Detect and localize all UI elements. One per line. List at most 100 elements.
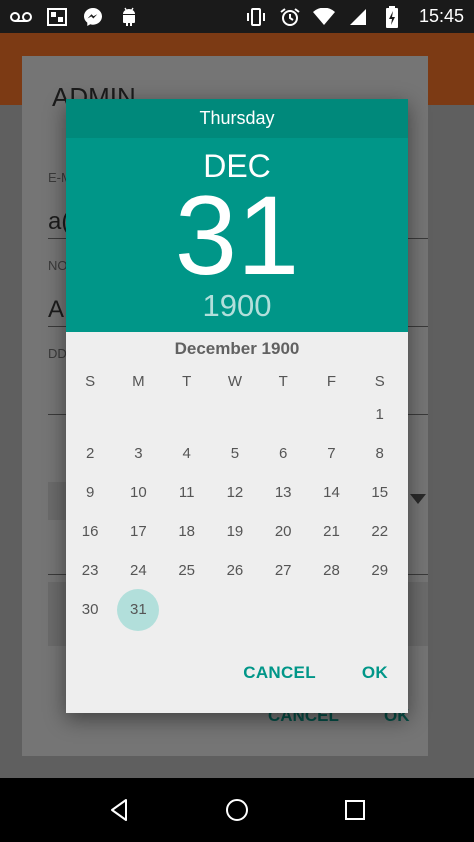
calendar-day-label: 4 xyxy=(182,445,191,462)
calendar-day-label: 8 xyxy=(375,445,384,462)
calendar-day[interactable]: 16 xyxy=(66,512,114,551)
calendar-day[interactable]: 25 xyxy=(163,551,211,590)
calendar-day[interactable]: 6 xyxy=(259,434,307,473)
calendar-day[interactable]: 4 xyxy=(163,434,211,473)
name-label: NO xyxy=(48,258,68,273)
calendar-day[interactable]: 20 xyxy=(259,512,307,551)
calendar-day[interactable]: 8 xyxy=(356,434,404,473)
calendar-day[interactable]: 15 xyxy=(356,473,404,512)
calendar-empty-cell xyxy=(356,590,404,629)
back-icon[interactable] xyxy=(99,790,139,830)
calendar-empty-cell xyxy=(259,395,307,434)
calendar-day-label: 3 xyxy=(134,445,143,462)
selected-day[interactable]: 31 xyxy=(66,180,408,292)
calendar-day-label: 12 xyxy=(226,484,244,501)
calendar-day[interactable]: 21 xyxy=(307,512,355,551)
date-header: DEC 31 1900 xyxy=(66,138,408,332)
home-icon[interactable] xyxy=(217,790,257,830)
calendar-day[interactable]: 17 xyxy=(114,512,162,551)
calendar-day[interactable]: 7 xyxy=(307,434,355,473)
calendar-week-row: 16 17 18 19 20 21 22 xyxy=(66,512,408,551)
calendar-day-label: 16 xyxy=(81,523,99,540)
ok-button[interactable]: OK xyxy=(362,663,388,683)
calendar-week-row: 9 10 11 12 13 14 15 xyxy=(66,473,408,512)
calendar-day-label: 31 xyxy=(130,601,147,618)
calendar-empty-cell xyxy=(114,395,162,434)
calendar-day[interactable]: 27 xyxy=(259,551,307,590)
recents-icon[interactable] xyxy=(335,790,375,830)
calendar-day-label: 17 xyxy=(130,523,147,540)
date-picker-dialog: Thursday DEC 31 1900 December 1900 S M T… xyxy=(66,99,408,713)
status-time: 15:45 xyxy=(418,6,464,26)
calendar-empty-cell xyxy=(307,395,355,434)
calendar-day-label: 23 xyxy=(81,562,99,579)
status-bar: 15:45 xyxy=(0,0,474,33)
calendar-empty-cell xyxy=(259,590,307,629)
calendar-empty-cell xyxy=(307,590,355,629)
calendar-day-label: 2 xyxy=(85,445,95,462)
calendar-day-label: 7 xyxy=(327,445,336,462)
calendar-day[interactable]: 9 xyxy=(66,473,114,512)
calendar-day[interactable]: 26 xyxy=(211,551,259,590)
calendar-day-label: 10 xyxy=(130,484,147,501)
calendar-day[interactable]: 19 xyxy=(211,512,259,551)
calendar-day-label: 26 xyxy=(226,562,244,579)
calendar-day-label: 1 xyxy=(375,406,384,423)
calendar-day-label: 30 xyxy=(81,601,99,618)
calendar-day-label: 25 xyxy=(178,562,195,579)
messenger-icon xyxy=(82,7,104,27)
vibrate-icon xyxy=(245,7,267,27)
weekday-header: S xyxy=(85,372,96,390)
calendar-day-label: 29 xyxy=(371,562,389,579)
wifi-icon xyxy=(312,7,335,27)
signal-icon xyxy=(347,7,369,27)
weekday-header: T xyxy=(278,372,288,390)
calendar-day[interactable]: 18 xyxy=(163,512,211,551)
calendar-day-label: 21 xyxy=(323,523,340,540)
calendar-empty-cell xyxy=(163,395,211,434)
calendar-day[interactable]: 5 xyxy=(211,434,259,473)
calendar-empty-cell xyxy=(163,590,211,629)
battery-charging-icon xyxy=(381,5,403,28)
weekday-header: M xyxy=(132,372,145,390)
calendar-week-row: 30 31 xyxy=(66,590,408,629)
calendar-day-label: 6 xyxy=(279,445,288,462)
calendar-day[interactable]: 29 xyxy=(356,551,404,590)
calendar-day[interactable]: 10 xyxy=(114,473,162,512)
calendar-day[interactable]: 2 xyxy=(66,434,114,473)
android-icon xyxy=(118,7,140,27)
calendar-week-row: 2 3 4 5 6 7 8 xyxy=(66,434,408,473)
calendar-day-label: 11 xyxy=(178,484,195,501)
calendar-day-label: 20 xyxy=(274,523,292,540)
calendar-day-label: 22 xyxy=(371,523,389,540)
calendar-day[interactable]: 31 xyxy=(114,590,162,629)
gallery-icon xyxy=(46,7,68,27)
weekday-header: F xyxy=(326,372,337,390)
selected-year[interactable]: 1900 xyxy=(66,288,408,324)
calendar-empty-cell xyxy=(211,395,259,434)
calendar-day[interactable]: 28 xyxy=(307,551,355,590)
calendar-day[interactable]: 24 xyxy=(114,551,162,590)
cancel-button[interactable]: CANCEL xyxy=(243,663,316,683)
calendar-day[interactable]: 3 xyxy=(114,434,162,473)
calendar-day-label: 13 xyxy=(274,484,292,501)
calendar-day[interactable]: 13 xyxy=(259,473,307,512)
calendar-day[interactable]: 12 xyxy=(211,473,259,512)
calendar-day-label: 24 xyxy=(130,562,147,579)
calendar-day[interactable]: 11 xyxy=(163,473,211,512)
calendar-day[interactable]: 22 xyxy=(356,512,404,551)
calendar-week-row: 1 xyxy=(66,395,408,434)
calendar-day-label: 28 xyxy=(323,562,340,579)
weekday-header: W xyxy=(227,372,243,390)
calendar-empty-cell xyxy=(66,395,114,434)
weekday-header-row: S M T W T F S xyxy=(66,367,408,395)
calendar-day[interactable]: 30 xyxy=(66,590,114,629)
calendar-day[interactable]: 1 xyxy=(356,395,404,434)
day-of-week-header: Thursday xyxy=(66,99,408,138)
calendar-day[interactable]: 23 xyxy=(66,551,114,590)
calendar-day-label: 14 xyxy=(323,484,340,501)
calendar-day-label: 19 xyxy=(226,523,244,540)
calendar-grid: S M T W T F S 1 2 3 4 5 6 7 8 9 10 11 12 13 14 15 16 17 1… xyxy=(66,367,408,629)
calendar-day-label: 18 xyxy=(178,523,195,540)
calendar-day[interactable]: 14 xyxy=(307,473,355,512)
